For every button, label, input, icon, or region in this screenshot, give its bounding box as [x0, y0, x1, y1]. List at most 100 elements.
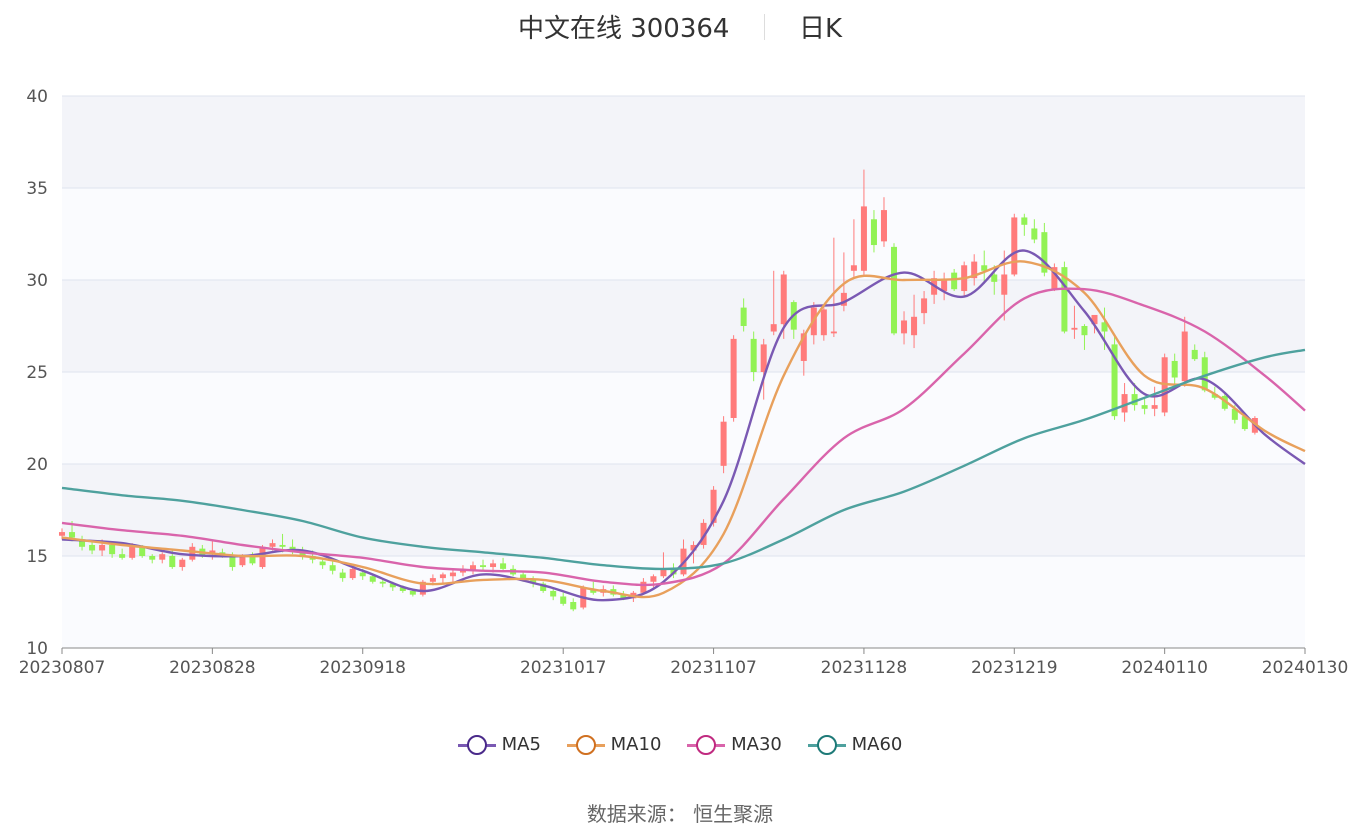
candle-up [720, 421, 727, 466]
candle-down [560, 596, 567, 604]
candle-down [339, 572, 346, 579]
candle-down [119, 554, 126, 558]
candle-up [1071, 327, 1078, 330]
x-tick-label: 20230918 [319, 658, 406, 678]
plot-band [62, 280, 1305, 372]
candle-up [449, 572, 456, 577]
candle-down [750, 338, 757, 372]
candle-down [319, 561, 326, 566]
candle-up [911, 316, 918, 336]
chart-root: 中文在线 300364 日K 10 15 20 25 30 35 40 20230807 202… [0, 0, 1360, 828]
y-tick-label: 10 [26, 639, 48, 659]
candle-down [1031, 228, 1038, 240]
y-tick-label: 40 [26, 87, 48, 107]
candle-down [279, 544, 286, 547]
data-source: 数据来源： 恒生聚源 [586, 802, 774, 826]
candle-down [991, 274, 998, 282]
candle-down [870, 219, 877, 246]
candle-down [1141, 405, 1148, 409]
candle-up [269, 543, 276, 547]
legend-label-ma5: MA5 [501, 734, 541, 755]
candle-up [1011, 217, 1018, 275]
candle-down [740, 307, 747, 326]
candle-up [901, 320, 908, 334]
candle-up [850, 265, 857, 271]
legend: MA5 MA10 MA30 MA60 [0, 734, 1360, 760]
kline-chart: 10 15 20 25 30 35 40 20230807 20230828 20230918 20… [19, 87, 1349, 678]
x-tick-label: 20240110 [1121, 658, 1208, 678]
x-tick-label: 20230828 [169, 658, 256, 678]
legend-item-ma10[interactable]: MA10 [566, 734, 662, 755]
candle-up [239, 556, 246, 566]
candle-down [480, 565, 487, 568]
candle-up [770, 324, 777, 332]
candle-up [860, 206, 867, 271]
candle-up [1001, 274, 1008, 295]
legend-swatch-ma5 [457, 734, 496, 755]
candle-down [1021, 217, 1028, 225]
plot-band [62, 188, 1305, 280]
candle-down [109, 544, 116, 555]
candle-up [429, 578, 436, 582]
candle-down [169, 556, 176, 568]
legend-swatch-ma10 [566, 734, 605, 755]
candle-down [570, 602, 577, 610]
legend-label-ma10: MA10 [610, 734, 662, 755]
candle-up [780, 274, 787, 325]
candle-up [880, 210, 887, 242]
candle-up [189, 546, 196, 560]
legend-label-ma60: MA60 [851, 734, 903, 755]
candle-up [129, 546, 136, 558]
x-tick-label: 20230807 [19, 658, 106, 678]
candle-up [99, 544, 106, 551]
x-tick-label: 20231128 [821, 658, 908, 678]
candle-down [500, 563, 507, 569]
candle-down [359, 572, 366, 577]
legend-swatch-ma60 [807, 734, 846, 755]
candle-down [409, 590, 416, 595]
y-tick-label: 15 [26, 547, 48, 567]
candle-down [520, 574, 527, 579]
candle-down [89, 544, 96, 551]
candle-up [439, 574, 446, 579]
candle-down [891, 246, 898, 334]
candle-up [159, 554, 166, 560]
legend-item-ma5[interactable]: MA5 [457, 734, 541, 755]
y-tick-label: 30 [26, 271, 48, 291]
candle-up [1181, 331, 1188, 382]
candle-down [951, 272, 958, 290]
x-tick-label: 20231219 [971, 658, 1058, 678]
legend-item-ma60[interactable]: MA60 [807, 734, 903, 755]
y-tick-label: 35 [26, 179, 48, 199]
candle-down [1171, 360, 1178, 378]
candle-up [730, 338, 737, 418]
candle-down [369, 576, 376, 582]
candle-down [69, 532, 76, 538]
candle-up [921, 298, 928, 314]
legend-label-ma30: MA30 [731, 734, 782, 755]
candle-down [329, 565, 336, 571]
candle-down [1081, 326, 1088, 336]
y-tick-label: 25 [26, 363, 48, 383]
candle-up [179, 559, 186, 568]
candle-up [830, 331, 837, 334]
x-tick-label: 20231017 [520, 658, 607, 678]
plot-band [62, 96, 1305, 188]
candle-down [379, 581, 386, 584]
candle-up [650, 576, 657, 582]
candle-up [1151, 405, 1158, 409]
candle-up [640, 581, 647, 593]
candle-up [349, 568, 356, 579]
y-tick-label: 20 [26, 455, 48, 475]
candle-down [550, 590, 557, 597]
candle-down [149, 556, 156, 560]
candle-up [490, 563, 497, 568]
candle-down [1191, 349, 1198, 360]
x-tick-label: 20231107 [670, 658, 757, 678]
candle-up [58, 532, 66, 536]
candle-down [229, 556, 236, 568]
candle-up [820, 309, 827, 336]
legend-swatch-ma30 [687, 734, 726, 755]
plot-band [62, 372, 1305, 464]
legend-item-ma30[interactable]: MA30 [687, 734, 782, 755]
